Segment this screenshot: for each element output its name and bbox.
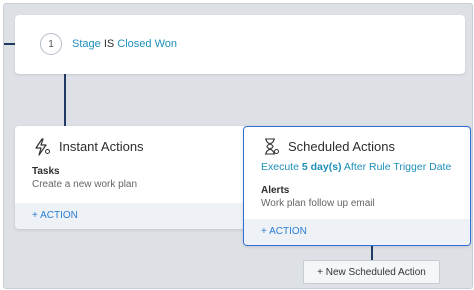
condition-text: Stage IS Closed Won [72,36,177,52]
scheduled-add-action-link[interactable]: + ACTION [261,226,307,237]
instant-actions-card[interactable]: Instant Actions Tasks Create a new work … [15,126,252,229]
instant-actions-footer: + ACTION [15,203,252,229]
workflow-canvas: 1 Stage IS Closed Won Instant Actions Ta… [3,3,473,289]
scheduled-actions-title: Scheduled Actions [288,139,395,154]
scheduled-actions-footer: + ACTION [244,219,470,245]
lightning-gear-icon [35,138,50,156]
connector-vertical-main [64,74,66,126]
connector-to-new-scheduled [371,246,373,260]
instant-actions-title: Instant Actions [59,139,144,154]
hourglass-gear-icon [265,138,279,155]
alerts-item[interactable]: Work plan follow up email [261,198,375,209]
connector-left-stub [4,43,15,45]
scheduled-actions-card[interactable]: Scheduled Actions Execute 5 day(s) After… [243,126,471,246]
condition-field: Stage [72,38,101,50]
condition-operator: IS [103,38,115,50]
step-number-badge: 1 [40,33,62,55]
alerts-label: Alerts [261,185,290,196]
execute-value: 5 day(s) [301,161,342,173]
tasks-item[interactable]: Create a new work plan [32,179,137,190]
condition-card[interactable]: 1 Stage IS Closed Won [15,15,465,74]
new-scheduled-action-button[interactable]: + New Scheduled Action [303,260,440,284]
condition-value: Closed Won [117,38,177,50]
execute-rule-text[interactable]: Execute 5 day(s) After Rule Trigger Date [261,161,451,173]
execute-suffix: After Rule Trigger Date [343,161,452,173]
execute-prefix: Execute [261,161,299,173]
instant-add-action-link[interactable]: + ACTION [32,210,78,221]
tasks-label: Tasks [32,166,60,177]
